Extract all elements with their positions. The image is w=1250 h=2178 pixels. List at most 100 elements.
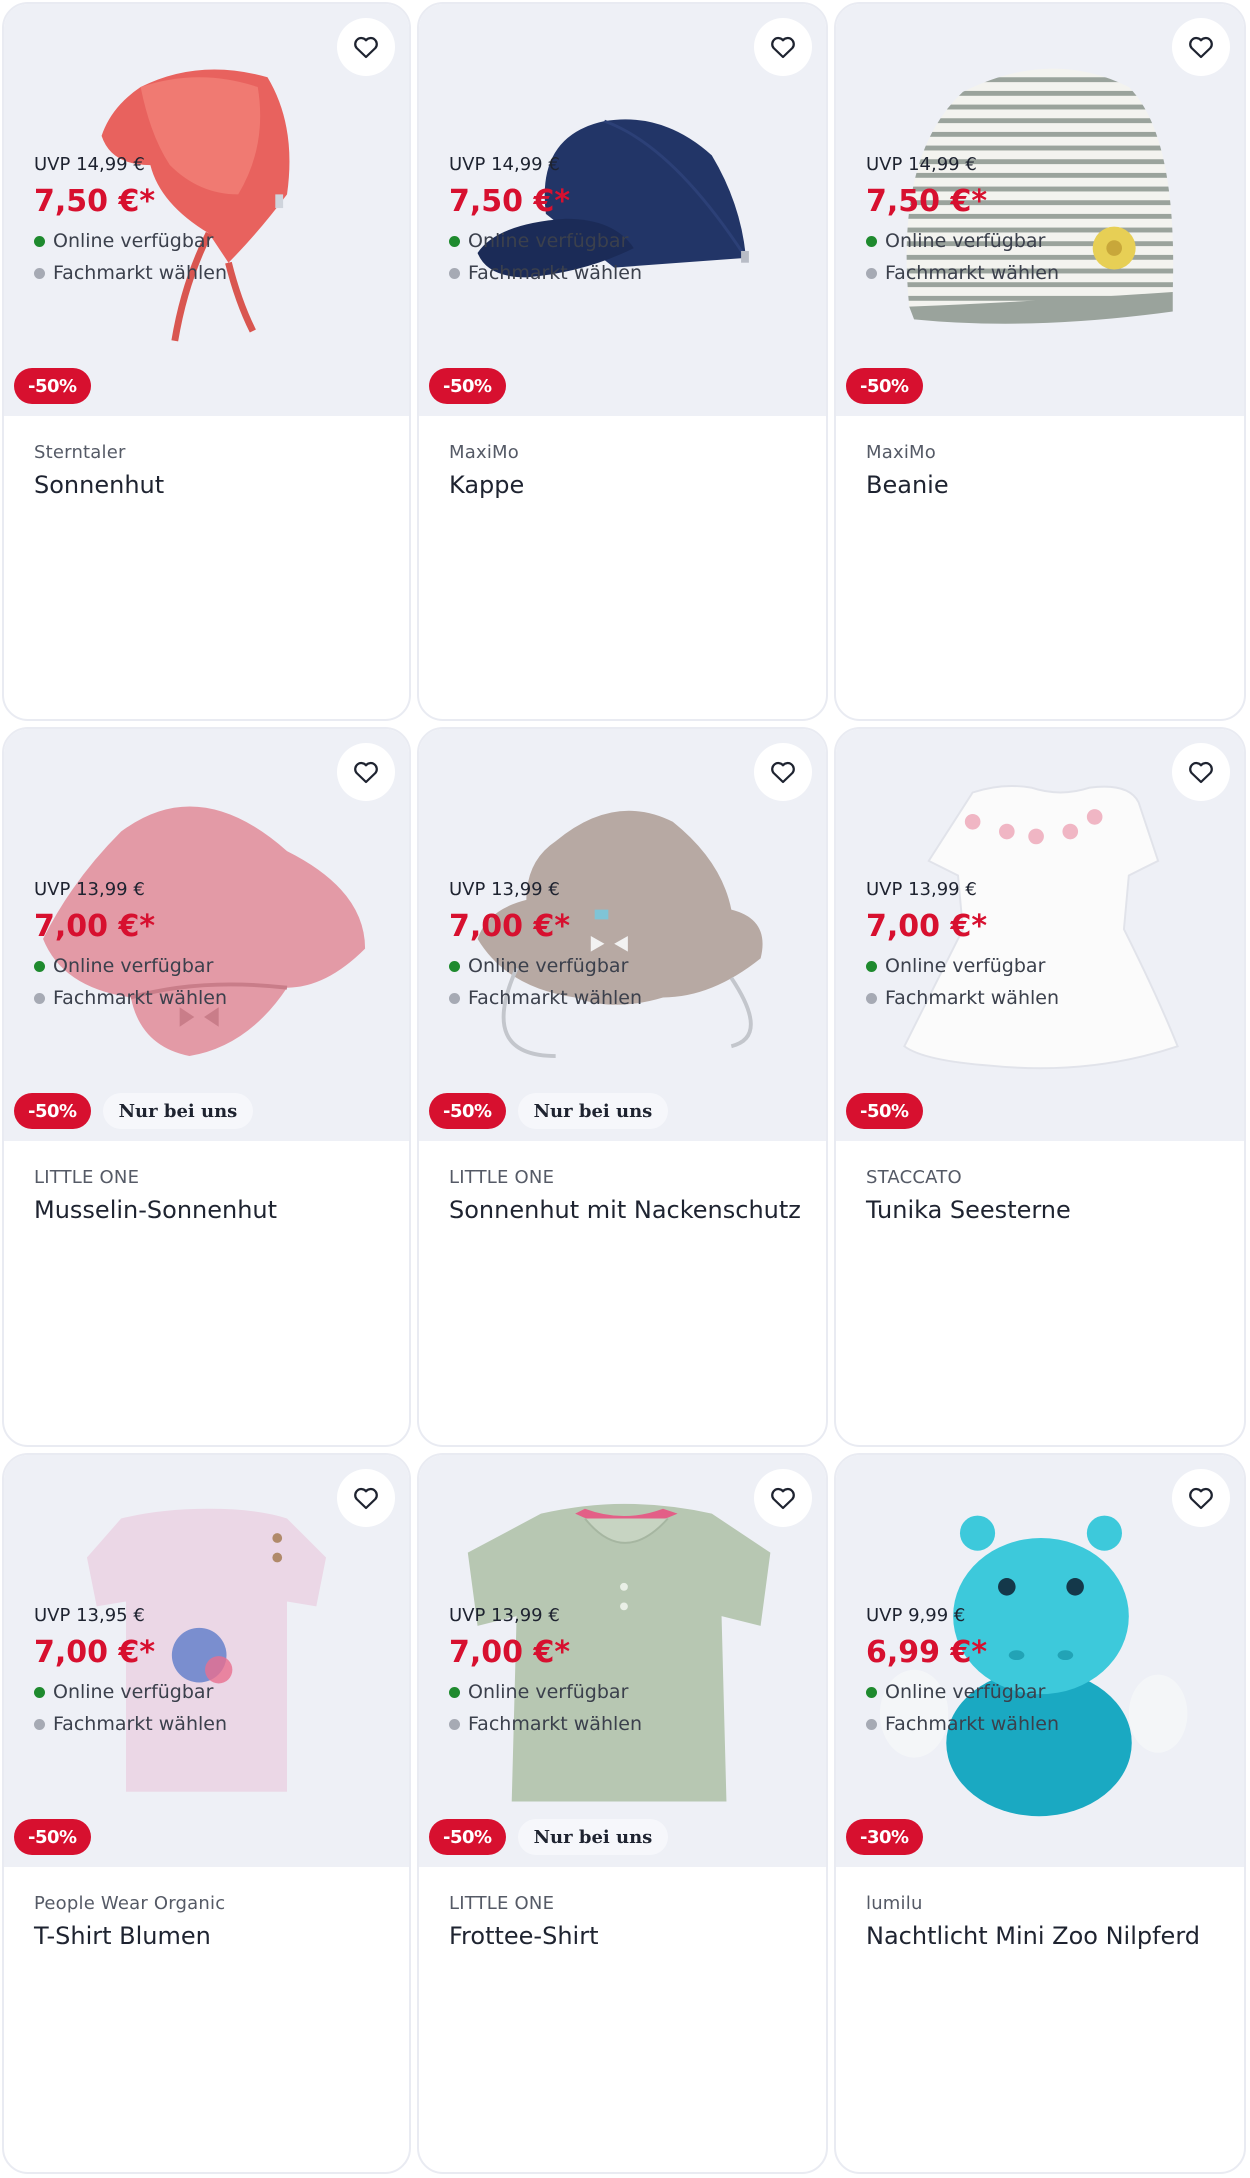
badge-row: -50% Nur bei uns [429, 1819, 669, 1855]
product-name[interactable]: Sonnenhut [34, 468, 409, 502]
product-brand: LITTLE ONE [34, 1167, 140, 1188]
exclusive-badge: Nur bei uns [517, 1819, 669, 1855]
product-brand: MaxiMo [866, 442, 936, 463]
store-select-link[interactable]: Fachmarkt wählen [34, 987, 227, 1009]
favorite-heart-button[interactable] [1172, 743, 1230, 801]
online-availability: Online verfügbar [449, 230, 628, 252]
product-brand: MaxiMo [449, 442, 519, 463]
product-info: MaxiMo Kappe [419, 416, 826, 502]
online-label: Online verfügbar [468, 230, 629, 252]
heart-icon [1189, 36, 1213, 59]
discount-badge: -50% [846, 1093, 923, 1129]
product-card[interactable]: -50% MaxiMo Beanie UVP 14,99 € 7,50 €* O… [834, 2, 1246, 721]
online-availability: Online verfügbar [34, 230, 213, 252]
online-label: Online verfügbar [53, 1681, 214, 1703]
store-select-link[interactable]: Fachmarkt wählen [449, 262, 642, 284]
store-select-link[interactable]: Fachmarkt wählen [449, 987, 642, 1009]
online-availability: Online verfügbar [449, 955, 628, 977]
sale-price: 7,00 €* [449, 909, 571, 944]
sale-price: 7,00 €* [34, 1635, 156, 1670]
online-dot-icon [866, 235, 877, 247]
heart-icon [771, 761, 795, 784]
favorite-heart-button[interactable] [754, 743, 812, 801]
favorite-heart-button[interactable] [337, 18, 395, 76]
discount-badge: -50% [14, 1819, 91, 1855]
product-name[interactable]: Musselin-Sonnenhut [34, 1193, 409, 1227]
store-dot-icon [866, 992, 877, 1004]
product-name[interactable]: Frottee-Shirt [449, 1919, 826, 1953]
badge-row: -50% [846, 1093, 923, 1129]
store-select-link[interactable]: Fachmarkt wählen [34, 262, 227, 284]
online-dot-icon [866, 960, 877, 972]
store-dot-icon [449, 992, 460, 1004]
store-select-link[interactable]: Fachmarkt wählen [866, 262, 1059, 284]
store-label: Fachmarkt wählen [885, 1713, 1060, 1735]
sale-price: 7,50 €* [34, 184, 156, 219]
product-info: LITTLE ONE Frottee-Shirt [419, 1867, 826, 1953]
product-card[interactable]: -50% MaxiMo Kappe UVP 14,99 € 7,50 €* On… [417, 2, 828, 721]
favorite-heart-button[interactable] [754, 18, 812, 76]
product-card[interactable]: -50% STACCATO Tunika Seesterne UVP 13,99… [834, 727, 1246, 1447]
product-card[interactable]: -50% Sterntaler Sonnenhut UVP 14,99 € 7,… [2, 2, 411, 721]
badge-row: -50% Nur bei uns [429, 1093, 669, 1129]
online-availability: Online verfügbar [34, 1681, 213, 1703]
store-label: Fachmarkt wählen [53, 262, 228, 284]
product-brand: LITTLE ONE [449, 1167, 555, 1188]
product-name[interactable]: Sonnenhut mit Nackenschutz [449, 1193, 826, 1227]
discount-badge: -50% [429, 1093, 506, 1129]
store-dot-icon [449, 1718, 460, 1730]
discount-badge: -50% [846, 368, 923, 404]
product-brand: Sterntaler [34, 442, 126, 463]
online-dot-icon [866, 1686, 877, 1698]
product-info: LITTLE ONE Musselin-Sonnenhut [4, 1141, 409, 1227]
product-brand: LITTLE ONE [449, 1893, 555, 1914]
store-dot-icon [34, 1718, 45, 1730]
product-card[interactable]: -50% Nur bei uns LITTLE ONE Frottee-Shir… [417, 1453, 828, 2174]
product-info: lumilu Nachtlicht Mini Zoo Nilpferd [836, 1867, 1244, 1953]
heart-icon [771, 1487, 795, 1510]
online-dot-icon [34, 235, 45, 247]
online-dot-icon [449, 960, 460, 972]
discount-badge: -50% [14, 1093, 91, 1129]
heart-icon [354, 36, 378, 59]
product-card[interactable]: -50% Nur bei uns LITTLE ONE Musselin-Son… [2, 727, 411, 1447]
favorite-heart-button[interactable] [1172, 18, 1230, 76]
store-select-link[interactable]: Fachmarkt wählen [449, 1713, 642, 1735]
favorite-heart-button[interactable] [754, 1469, 812, 1527]
uvp-price: UVP 14,99 € [449, 154, 560, 175]
product-card[interactable]: -30% lumilu Nachtlicht Mini Zoo Nilpferd… [834, 1453, 1246, 2174]
heart-icon [1189, 1487, 1213, 1510]
heart-icon [354, 761, 378, 784]
store-label: Fachmarkt wählen [468, 987, 643, 1009]
store-select-link[interactable]: Fachmarkt wählen [866, 987, 1059, 1009]
favorite-heart-button[interactable] [1172, 1469, 1230, 1527]
product-name[interactable]: Kappe [449, 468, 826, 502]
discount-badge: -50% [429, 1819, 506, 1855]
online-availability: Online verfügbar [866, 955, 1045, 977]
product-grid: -50% Sterntaler Sonnenhut UVP 14,99 € 7,… [0, 0, 1250, 2178]
product-card[interactable]: -50% People Wear Organic T-Shirt Blumen … [2, 1453, 411, 2174]
product-name[interactable]: T-Shirt Blumen [34, 1919, 409, 1953]
sale-price: 7,50 €* [866, 184, 988, 219]
store-label: Fachmarkt wählen [468, 262, 643, 284]
uvp-price: UVP 14,99 € [34, 154, 145, 175]
discount-badge: -30% [846, 1819, 923, 1855]
uvp-price: UVP 13,99 € [449, 879, 560, 900]
store-select-link[interactable]: Fachmarkt wählen [866, 1713, 1059, 1735]
favorite-heart-button[interactable] [337, 743, 395, 801]
product-info: MaxiMo Beanie [836, 416, 1244, 502]
product-name[interactable]: Nachtlicht Mini Zoo Nilpferd [866, 1919, 1244, 1953]
uvp-price: UVP 13,99 € [34, 879, 145, 900]
online-label: Online verfügbar [53, 230, 214, 252]
online-dot-icon [449, 235, 460, 247]
store-label: Fachmarkt wählen [885, 987, 1060, 1009]
product-name[interactable]: Tunika Seesterne [866, 1193, 1244, 1227]
online-dot-icon [34, 1686, 45, 1698]
badge-row: -30% [846, 1819, 923, 1855]
store-select-link[interactable]: Fachmarkt wählen [34, 1713, 227, 1735]
product-name[interactable]: Beanie [866, 468, 1244, 502]
product-card[interactable]: -50% Nur bei uns LITTLE ONE Sonnenhut mi… [417, 727, 828, 1447]
product-info: Sterntaler Sonnenhut [4, 416, 409, 502]
store-dot-icon [34, 267, 45, 279]
favorite-heart-button[interactable] [337, 1469, 395, 1527]
